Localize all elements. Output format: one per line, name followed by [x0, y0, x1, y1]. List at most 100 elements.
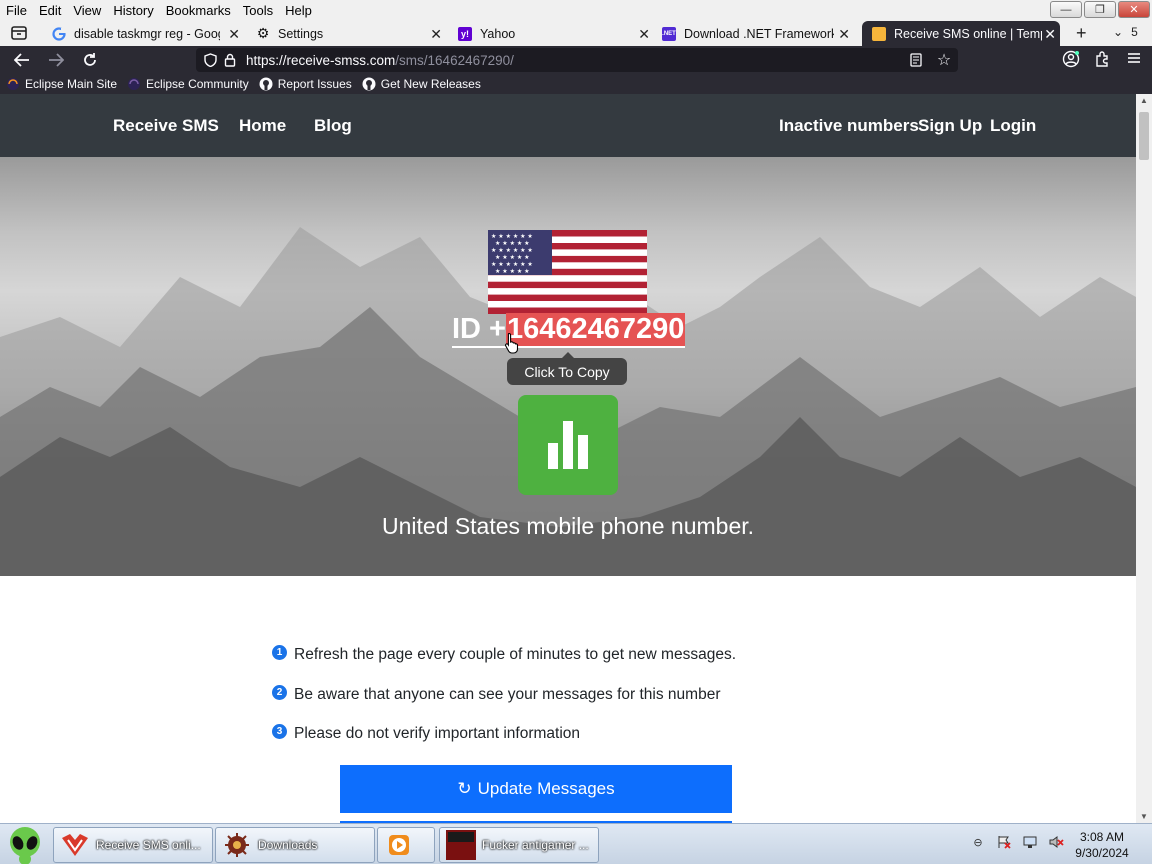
- tab-list-icon: [11, 26, 27, 40]
- number-badge-icon: 2: [272, 684, 287, 700]
- star-icon[interactable]: ☆: [934, 50, 954, 70]
- stats-button[interactable]: [518, 395, 618, 495]
- bar-chart-icon: [548, 421, 588, 469]
- refresh-icon: ↻: [457, 779, 472, 798]
- system-clock[interactable]: 3:08 AM 9/30/2024: [1070, 829, 1134, 861]
- hamburger-menu-icon[interactable]: [1126, 50, 1142, 71]
- taskbar-item-label: Receive SMS onli...: [96, 838, 201, 852]
- url-path: /sms/16462467290/: [395, 52, 514, 68]
- nav-login[interactable]: Login: [990, 116, 1036, 136]
- close-tab-icon[interactable]: ✕: [430, 26, 442, 43]
- bookmarks-toolbar: Eclipse Main Site Eclipse Community Repo…: [0, 74, 1152, 94]
- reader-view-icon[interactable]: [906, 50, 926, 70]
- taskbar-item-app[interactable]: Fucker antigamer ...: [439, 827, 599, 863]
- bookmark-eclipse-main[interactable]: Eclipse Main Site: [6, 77, 117, 91]
- bookmark-report-issues[interactable]: Report Issues: [259, 77, 352, 91]
- forward-button[interactable]: [44, 50, 68, 70]
- tab-google[interactable]: disable taskmgr reg - Googl ✕: [52, 21, 244, 46]
- close-tab-icon[interactable]: ✕: [638, 26, 650, 43]
- tab-bar: disable taskmgr reg - Googl ✕ ⚙ Settings…: [0, 20, 1152, 46]
- taskbar-item-firefox[interactable]: Receive SMS onli...: [53, 827, 213, 863]
- url-text[interactable]: https://receive-smss.com/sms/16462467290…: [246, 53, 514, 68]
- number-badge-icon: 1: [272, 644, 287, 660]
- svg-text:★ ★ ★ ★ ★: ★ ★ ★ ★ ★: [495, 240, 530, 247]
- taskbar-item-downloads[interactable]: Downloads: [215, 827, 375, 863]
- account-icon[interactable]: [1062, 50, 1080, 71]
- lock-icon[interactable]: [220, 50, 240, 70]
- tab-dotnet[interactable]: .NET Download .NET Framework ✕: [662, 21, 854, 46]
- eclipse-icon: [6, 77, 20, 91]
- menu-file[interactable]: File: [0, 3, 33, 18]
- back-button[interactable]: [10, 50, 34, 70]
- info-item: 3 Please do not verify important informa…: [272, 723, 872, 743]
- phone-number[interactable]: 16462467290: [506, 313, 686, 348]
- svg-text:★ ★ ★ ★ ★ ★: ★ ★ ★ ★ ★ ★: [491, 261, 533, 268]
- tab-label: Receive SMS online | Tempc: [894, 26, 1042, 41]
- menu-bookmarks[interactable]: Bookmarks: [160, 3, 237, 18]
- scrollbar-thumb[interactable]: [1139, 112, 1149, 160]
- menu-edit[interactable]: Edit: [33, 3, 67, 18]
- info-text: Refresh the page every couple of minutes…: [294, 646, 736, 663]
- tab-label: disable taskmgr reg - Googl: [74, 26, 220, 41]
- extensions-icon[interactable]: [1094, 50, 1112, 71]
- address-bar[interactable]: https://receive-smss.com/sms/16462467290…: [196, 48, 958, 72]
- nav-home[interactable]: Home: [239, 116, 286, 136]
- taskbar-item-media-player[interactable]: [377, 827, 435, 863]
- nav-inactive-numbers[interactable]: Inactive numbers: [779, 116, 919, 136]
- close-tab-icon[interactable]: ✕: [838, 26, 850, 43]
- start-button-alien-icon[interactable]: [6, 825, 44, 864]
- bookmark-label: Report Issues: [277, 77, 352, 91]
- reload-button[interactable]: [78, 50, 102, 70]
- github-icon: [362, 77, 376, 91]
- us-flag-icon: ★ ★ ★ ★ ★ ★ ★ ★ ★ ★ ★ ★ ★ ★ ★ ★ ★ ★ ★ ★ …: [488, 230, 647, 314]
- close-tab-icon[interactable]: ✕: [1044, 26, 1056, 43]
- scroll-up-icon[interactable]: ▲: [1140, 96, 1148, 105]
- firefox-icon: [60, 831, 90, 859]
- menu-tools[interactable]: Tools: [237, 3, 279, 18]
- new-tab-button[interactable]: +: [1076, 23, 1087, 44]
- info-item: 2 Be aware that anyone can see your mess…: [272, 684, 872, 704]
- google-icon: [52, 26, 66, 41]
- tab-label: Settings: [278, 26, 324, 41]
- close-window-button[interactable]: ✕: [1118, 1, 1150, 18]
- menu-bar: File Edit View History Bookmarks Tools H…: [0, 0, 1152, 20]
- tab-receive-sms[interactable]: Receive SMS online | Tempc ✕: [862, 21, 1060, 46]
- shield-icon[interactable]: [200, 50, 220, 70]
- yahoo-icon: y!: [458, 26, 472, 41]
- update-messages-button[interactable]: ↻ Update Messages: [340, 765, 732, 813]
- site-navbar: Receive SMS Home Blog Inactive numbers S…: [0, 94, 1136, 157]
- tray-minus-icon[interactable]: ⊖: [970, 834, 986, 850]
- volume-muted-icon[interactable]: [1048, 834, 1064, 850]
- bookmark-get-new-releases[interactable]: Get New Releases: [362, 77, 481, 91]
- site-brand[interactable]: Receive SMS: [113, 116, 219, 136]
- phone-number-id[interactable]: ID + 16462467290: [452, 313, 686, 348]
- scroll-down-icon[interactable]: ▼: [1140, 812, 1148, 821]
- arrow-right-icon: [49, 53, 64, 67]
- menu-view[interactable]: View: [67, 3, 107, 18]
- reload-icon: [84, 53, 96, 66]
- hero-subtitle: United States mobile phone number.: [381, 513, 755, 539]
- bookmark-label: Get New Releases: [380, 77, 481, 91]
- bookmark-eclipse-community[interactable]: Eclipse Community: [127, 77, 249, 91]
- tab-settings[interactable]: ⚙ Settings ✕: [256, 21, 446, 46]
- arrow-left-icon: [14, 53, 29, 67]
- nav-blog[interactable]: Blog: [314, 116, 352, 136]
- page-scrollbar[interactable]: ▲ ▼: [1136, 94, 1152, 823]
- tab-count: 5: [1131, 25, 1138, 39]
- list-all-tabs-button[interactable]: [8, 24, 30, 42]
- copy-tooltip: Click To Copy: [507, 352, 627, 385]
- menu-help[interactable]: Help: [279, 3, 318, 18]
- close-tab-icon[interactable]: ✕: [228, 26, 240, 43]
- dotnet-icon: .NET: [662, 26, 676, 41]
- restore-button[interactable]: ❐: [1084, 1, 1116, 18]
- minimize-button[interactable]: —: [1050, 1, 1082, 18]
- tray-flag-icon[interactable]: [996, 834, 1012, 850]
- hand-cursor-icon: [505, 332, 519, 354]
- tab-yahoo[interactable]: y! Yahoo ✕: [458, 21, 654, 46]
- tab-overflow[interactable]: ⌄ 5: [1113, 25, 1138, 39]
- clock-date: 9/30/2024: [1075, 846, 1129, 860]
- menu-history[interactable]: History: [107, 3, 159, 18]
- info-text: Be aware that anyone can see your messag…: [294, 686, 721, 703]
- network-icon[interactable]: [1022, 834, 1038, 850]
- nav-sign-up[interactable]: Sign Up: [918, 116, 982, 136]
